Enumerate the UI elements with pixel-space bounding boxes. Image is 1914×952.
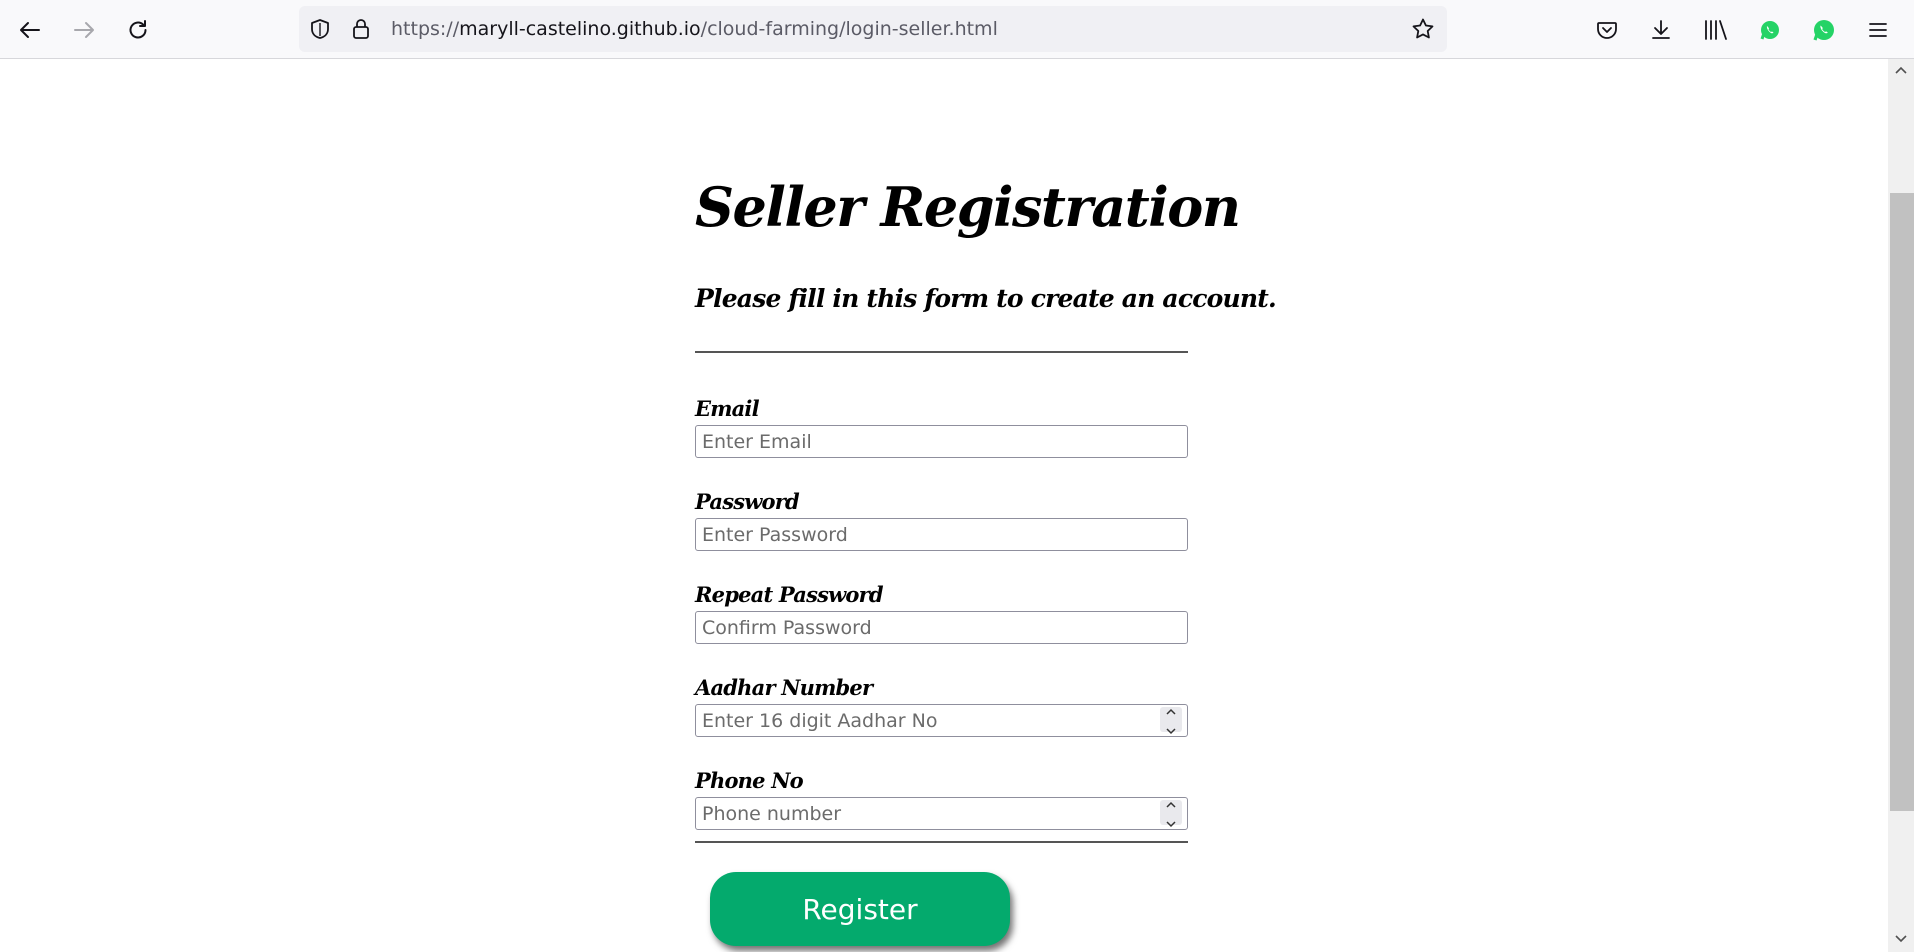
- email-label: Email: [695, 396, 760, 421]
- password-label: Password: [695, 489, 800, 514]
- downloads-icon: [1649, 18, 1673, 42]
- url-text[interactable]: https://maryll-castelino.github.io/cloud…: [391, 6, 998, 52]
- aadhar-number-wrapper: [695, 704, 1188, 737]
- library-icon: [1703, 18, 1729, 42]
- reload-icon: [126, 18, 150, 42]
- whatsapp-icon: [1812, 18, 1836, 42]
- aadhar-number-stepper[interactable]: [1160, 707, 1182, 734]
- scroll-down-arrow-icon[interactable]: [1888, 928, 1914, 950]
- aadhar-number-field[interactable]: [695, 704, 1188, 737]
- page-title: Seller Registration: [695, 175, 1241, 239]
- email-field[interactable]: [695, 425, 1188, 458]
- scroll-up-arrow-icon[interactable]: [1888, 59, 1914, 81]
- phone-number-stepper[interactable]: [1160, 800, 1182, 827]
- back-arrow-icon: [18, 18, 42, 42]
- phone-number-field[interactable]: [695, 797, 1188, 830]
- forward-button[interactable]: [66, 12, 102, 48]
- pocket-icon: [1595, 18, 1619, 42]
- downloads-button[interactable]: [1643, 12, 1679, 48]
- url-host: maryll-castelino.github.io: [459, 18, 701, 40]
- chevron-down-icon[interactable]: [1165, 813, 1177, 832]
- browser-toolbar: https://maryll-castelino.github.io/cloud…: [0, 0, 1914, 59]
- repeat-password-field[interactable]: [695, 611, 1188, 644]
- forward-arrow-icon: [72, 18, 96, 42]
- hamburger-menu-icon: [1867, 19, 1889, 41]
- whatsapp-extension-button[interactable]: [1752, 12, 1788, 48]
- scrollbar-thumb[interactable]: [1890, 193, 1914, 811]
- page-scrollbar[interactable]: [1888, 59, 1914, 952]
- repeat-password-label: Repeat Password: [695, 582, 884, 607]
- reload-button[interactable]: [120, 12, 156, 48]
- whatsapp-web-button[interactable]: [1806, 12, 1842, 48]
- url-bar[interactable]: https://maryll-castelino.github.io/cloud…: [299, 6, 1447, 52]
- back-button[interactable]: [12, 12, 48, 48]
- url-prefix: https://: [391, 18, 460, 40]
- bookmark-star-icon[interactable]: [1411, 17, 1435, 45]
- app-menu-button[interactable]: [1860, 12, 1896, 48]
- url-path: /cloud-farming/login-seller.html: [700, 18, 998, 40]
- chevron-up-icon[interactable]: [1165, 701, 1177, 720]
- password-field[interactable]: [695, 518, 1188, 551]
- lock-icon[interactable]: [351, 18, 371, 44]
- form-subtitle: Please fill in this form to create an ac…: [695, 284, 1277, 313]
- register-button[interactable]: Register: [710, 872, 1010, 946]
- pocket-button[interactable]: [1589, 12, 1625, 48]
- tracking-shield-icon[interactable]: [309, 18, 331, 44]
- library-button[interactable]: [1698, 12, 1734, 48]
- divider-top: [695, 351, 1188, 353]
- whatsapp-icon: [1759, 19, 1781, 41]
- aadhar-number-label: Aadhar Number: [695, 675, 873, 700]
- phone-number-wrapper: [695, 797, 1188, 830]
- chevron-down-icon[interactable]: [1165, 720, 1177, 739]
- chevron-up-icon[interactable]: [1165, 794, 1177, 813]
- phone-number-label: Phone No: [695, 768, 804, 793]
- divider-bottom: [695, 841, 1188, 843]
